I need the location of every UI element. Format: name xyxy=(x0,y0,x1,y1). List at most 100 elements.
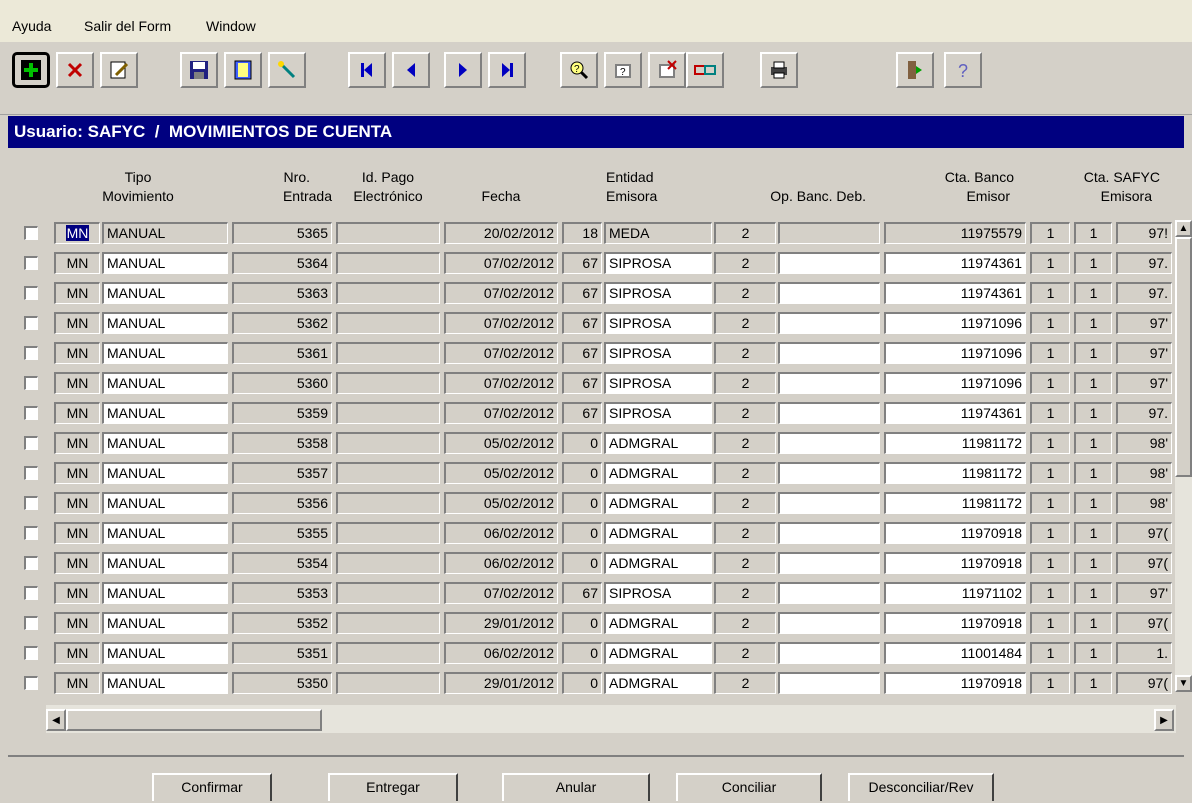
safyc-account-part2-cell[interactable]: 1 xyxy=(1074,282,1112,304)
scroll-right-button[interactable]: ▶ xyxy=(1154,709,1174,731)
entry-number-cell[interactable]: 5350 xyxy=(232,672,332,694)
entity-name-cell[interactable]: SIPROSA xyxy=(604,342,712,364)
movement-code-cell[interactable]: MN xyxy=(54,642,100,664)
safyc-account-part1-cell[interactable]: 1 xyxy=(1030,432,1070,454)
confirmar-button[interactable]: Confirmar xyxy=(152,773,272,801)
entry-number-cell[interactable]: 5363 xyxy=(232,282,332,304)
bank-account-cell[interactable]: 11975579 xyxy=(884,222,1026,244)
safyc-account-part3-cell[interactable]: 97' xyxy=(1116,372,1172,394)
bank-debit-op-cell[interactable] xyxy=(778,342,880,364)
safyc-account-part1-cell[interactable]: 1 xyxy=(1030,342,1070,364)
op-code-cell[interactable]: 2 xyxy=(714,342,776,364)
bank-debit-op-cell[interactable] xyxy=(778,612,880,634)
safyc-account-part3-cell[interactable]: 97( xyxy=(1116,552,1172,574)
bank-debit-op-cell[interactable] xyxy=(778,582,880,604)
movement-code-cell[interactable]: MN xyxy=(54,612,100,634)
entry-number-cell[interactable]: 5352 xyxy=(232,612,332,634)
bank-debit-op-cell[interactable] xyxy=(778,642,880,664)
entity-code-cell[interactable]: 67 xyxy=(562,582,602,604)
entry-number-cell[interactable]: 5361 xyxy=(232,342,332,364)
date-cell[interactable]: 05/02/2012 xyxy=(444,492,558,514)
scroll-up-button[interactable]: ▲ xyxy=(1175,220,1192,237)
safyc-account-part1-cell[interactable]: 1 xyxy=(1030,522,1070,544)
entry-number-cell[interactable]: 5356 xyxy=(232,492,332,514)
safyc-account-part2-cell[interactable]: 1 xyxy=(1074,252,1112,274)
link-button[interactable] xyxy=(686,52,724,88)
safyc-account-part3-cell[interactable]: 1. xyxy=(1116,642,1172,664)
row-checkbox[interactable] xyxy=(24,466,38,480)
bank-account-cell[interactable]: 11970918 xyxy=(884,672,1026,694)
entity-name-cell[interactable]: SIPROSA xyxy=(604,582,712,604)
horizontal-scroll-thumb[interactable] xyxy=(66,709,322,731)
entity-name-cell[interactable]: ADMGRAL xyxy=(604,672,712,694)
safyc-account-part1-cell[interactable]: 1 xyxy=(1030,492,1070,514)
bank-debit-op-cell[interactable] xyxy=(778,312,880,334)
row-checkbox[interactable] xyxy=(24,676,38,690)
entry-number-cell[interactable]: 5353 xyxy=(232,582,332,604)
op-code-cell[interactable]: 2 xyxy=(714,432,776,454)
date-cell[interactable]: 07/02/2012 xyxy=(444,582,558,604)
movement-type-cell[interactable]: MANUAL xyxy=(102,252,228,274)
row-checkbox[interactable] xyxy=(24,376,38,390)
wand-button[interactable] xyxy=(268,52,306,88)
vertical-scrollbar[interactable]: ▲ ▼ xyxy=(1175,220,1192,692)
entity-code-cell[interactable]: 0 xyxy=(562,672,602,694)
safyc-account-part3-cell[interactable]: 97' xyxy=(1116,312,1172,334)
conciliar-button[interactable]: Conciliar xyxy=(676,773,822,801)
safyc-account-part3-cell[interactable]: 97( xyxy=(1116,522,1172,544)
row-checkbox[interactable] xyxy=(24,226,38,240)
movement-type-cell[interactable]: MANUAL xyxy=(102,612,228,634)
movement-code-cell[interactable]: MN xyxy=(54,552,100,574)
date-cell[interactable]: 07/02/2012 xyxy=(444,372,558,394)
op-code-cell[interactable]: 2 xyxy=(714,372,776,394)
anular-button[interactable]: Anular xyxy=(502,773,650,801)
safyc-account-part2-cell[interactable]: 1 xyxy=(1074,432,1112,454)
safyc-account-part1-cell[interactable]: 1 xyxy=(1030,612,1070,634)
date-cell[interactable]: 06/02/2012 xyxy=(444,522,558,544)
entity-name-cell[interactable]: SIPROSA xyxy=(604,402,712,424)
movement-type-cell[interactable]: MANUAL xyxy=(102,462,228,484)
entity-code-cell[interactable]: 67 xyxy=(562,312,602,334)
movement-type-cell[interactable]: MANUAL xyxy=(102,222,228,244)
movement-code-cell[interactable]: MN xyxy=(54,492,100,514)
movement-type-cell[interactable]: MANUAL xyxy=(102,642,228,664)
date-cell[interactable]: 07/02/2012 xyxy=(444,312,558,334)
movement-code-cell[interactable]: MN xyxy=(54,672,100,694)
safyc-account-part2-cell[interactable]: 1 xyxy=(1074,342,1112,364)
menu-salir-del-form[interactable]: Salir del Form xyxy=(84,18,171,34)
row-checkbox[interactable] xyxy=(24,616,38,630)
safyc-account-part1-cell[interactable]: 1 xyxy=(1030,552,1070,574)
bank-account-cell[interactable]: 11974361 xyxy=(884,402,1026,424)
entry-number-cell[interactable]: 5359 xyxy=(232,402,332,424)
entity-code-cell[interactable]: 0 xyxy=(562,612,602,634)
safyc-account-part3-cell[interactable]: 97. xyxy=(1116,282,1172,304)
safyc-account-part2-cell[interactable]: 1 xyxy=(1074,462,1112,484)
safyc-account-part3-cell[interactable]: 97( xyxy=(1116,672,1172,694)
row-checkbox[interactable] xyxy=(24,586,38,600)
movement-code-cell[interactable]: MN xyxy=(54,582,100,604)
entregar-button[interactable]: Entregar xyxy=(328,773,458,801)
first-record-button[interactable] xyxy=(348,52,386,88)
date-cell[interactable]: 29/01/2012 xyxy=(444,672,558,694)
help-button[interactable]: ? xyxy=(944,52,982,88)
bank-debit-op-cell[interactable] xyxy=(778,672,880,694)
payment-id-cell[interactable] xyxy=(336,492,440,514)
row-checkbox[interactable] xyxy=(24,436,38,450)
entry-number-cell[interactable]: 5354 xyxy=(232,552,332,574)
entry-number-cell[interactable]: 5358 xyxy=(232,432,332,454)
entity-name-cell[interactable]: MEDA xyxy=(604,222,712,244)
row-checkbox[interactable] xyxy=(24,526,38,540)
op-code-cell[interactable]: 2 xyxy=(714,252,776,274)
save-button[interactable] xyxy=(180,52,218,88)
entry-number-cell[interactable]: 5355 xyxy=(232,522,332,544)
movement-code-cell[interactable]: MN xyxy=(54,462,100,484)
scroll-down-button[interactable]: ▼ xyxy=(1175,675,1192,692)
safyc-account-part2-cell[interactable]: 1 xyxy=(1074,672,1112,694)
movement-code-cell[interactable]: MN xyxy=(54,432,100,454)
entry-number-cell[interactable]: 5351 xyxy=(232,642,332,664)
entry-number-cell[interactable]: 5357 xyxy=(232,462,332,484)
entry-number-cell[interactable]: 5360 xyxy=(232,372,332,394)
bank-debit-op-cell[interactable] xyxy=(778,252,880,274)
entity-code-cell[interactable]: 67 xyxy=(562,252,602,274)
entity-name-cell[interactable]: SIPROSA xyxy=(604,282,712,304)
